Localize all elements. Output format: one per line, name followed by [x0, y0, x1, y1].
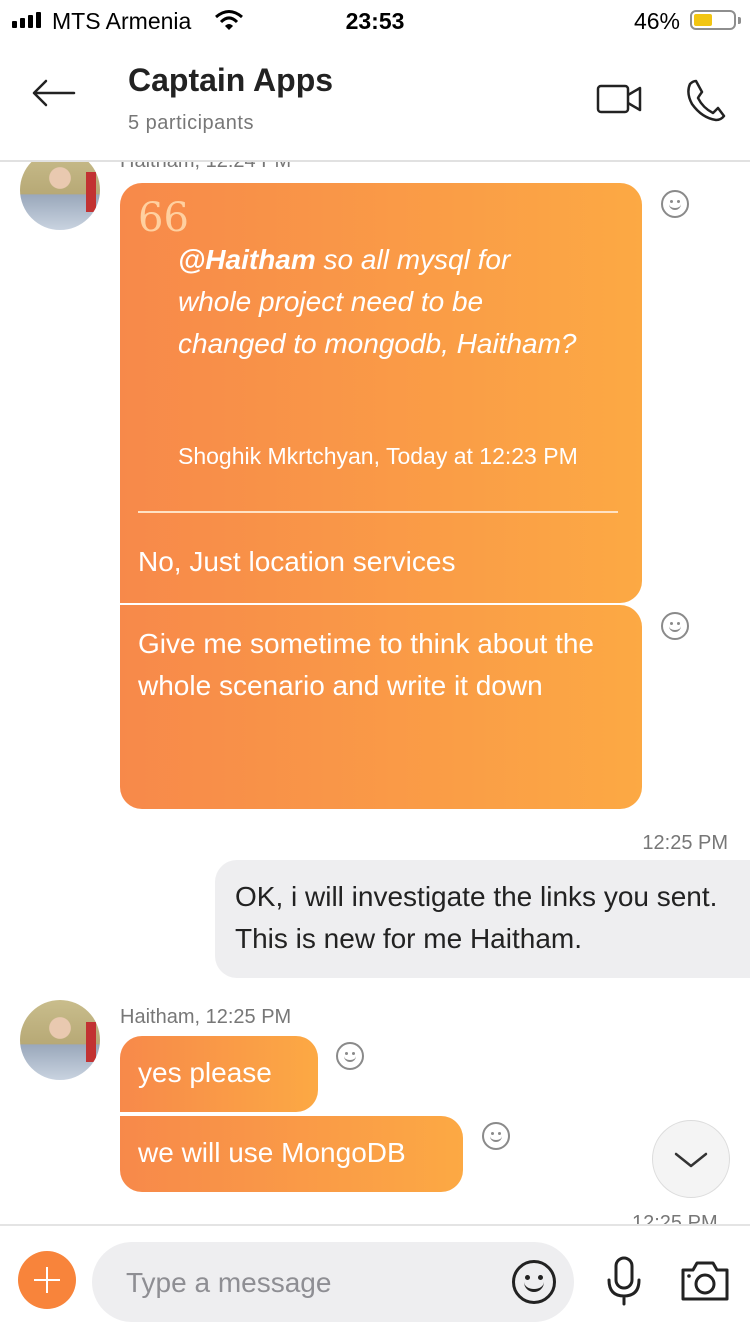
outgoing-message-bubble[interactable]: OK, i will investigate the links you sen…	[215, 860, 750, 978]
message-bubble[interactable]: we will use MongoDB	[120, 1116, 463, 1192]
reply-text: No, Just location services	[138, 546, 456, 577]
sender-line: Haitham, 12:24 PM	[120, 162, 291, 173]
add-attachment-button[interactable]	[18, 1251, 76, 1309]
status-bar: MTS Armenia 23:53 46%	[0, 0, 750, 40]
quoted-reply-bubble[interactable]: 66 @Haitham so all mysql for whole proje…	[120, 183, 642, 603]
avatar[interactable]	[20, 1000, 100, 1080]
message-text: OK, i will investigate the links you sen…	[235, 881, 718, 954]
message-bubble[interactable]: Give me sometime to think about the whol…	[120, 605, 642, 809]
scroll-to-bottom-button[interactable]	[652, 1120, 730, 1198]
reaction-smiley-icon[interactable]	[661, 190, 689, 218]
conversation-title[interactable]: Captain Apps	[128, 62, 333, 99]
message-composer	[0, 1224, 750, 1336]
quote-divider	[138, 511, 618, 513]
back-arrow-icon[interactable]	[30, 78, 76, 108]
emoji-icon[interactable]	[512, 1260, 556, 1304]
camera-icon[interactable]	[680, 1260, 730, 1302]
chat-header: Captain Apps 5 participants	[0, 40, 750, 162]
message-bubble[interactable]: yes please	[120, 1036, 318, 1112]
message-time: 12:25 PM	[642, 832, 728, 854]
avatar[interactable]	[20, 162, 100, 230]
phone-call-icon[interactable]	[686, 78, 726, 122]
battery-percent: 46%	[633, 8, 680, 34]
battery-level	[694, 14, 712, 26]
message-text: we will use MongoDB	[138, 1137, 406, 1168]
participants-count[interactable]: 5 participants	[128, 112, 254, 135]
quoted-message: @Haitham so all mysql for whole project …	[178, 239, 578, 365]
reaction-smiley-icon[interactable]	[482, 1122, 510, 1150]
reaction-smiley-icon[interactable]	[336, 1042, 364, 1070]
battery-icon	[690, 10, 741, 30]
reaction-smiley-icon[interactable]	[661, 612, 689, 640]
quote-icon: 66	[138, 195, 189, 241]
message-time: 12:25 PM	[632, 1212, 718, 1224]
video-call-icon[interactable]	[596, 82, 644, 116]
message-input[interactable]	[124, 1260, 498, 1306]
mention[interactable]: @Haitham	[178, 244, 316, 275]
message-list[interactable]: Haitham, 12:24 PM 66 @Haitham so all mys…	[0, 162, 750, 1224]
message-input-container[interactable]	[92, 1242, 574, 1322]
quoted-message-meta: Shoghik Mkrtchyan, Today at 12:23 PM	[178, 443, 578, 469]
microphone-icon[interactable]	[604, 1256, 644, 1306]
sender-line: Haitham, 12:25 PM	[120, 1006, 292, 1028]
message-text: yes please	[138, 1057, 272, 1088]
message-text: Give me sometime to think about the whol…	[138, 628, 594, 701]
chevron-down-icon	[674, 1152, 708, 1168]
